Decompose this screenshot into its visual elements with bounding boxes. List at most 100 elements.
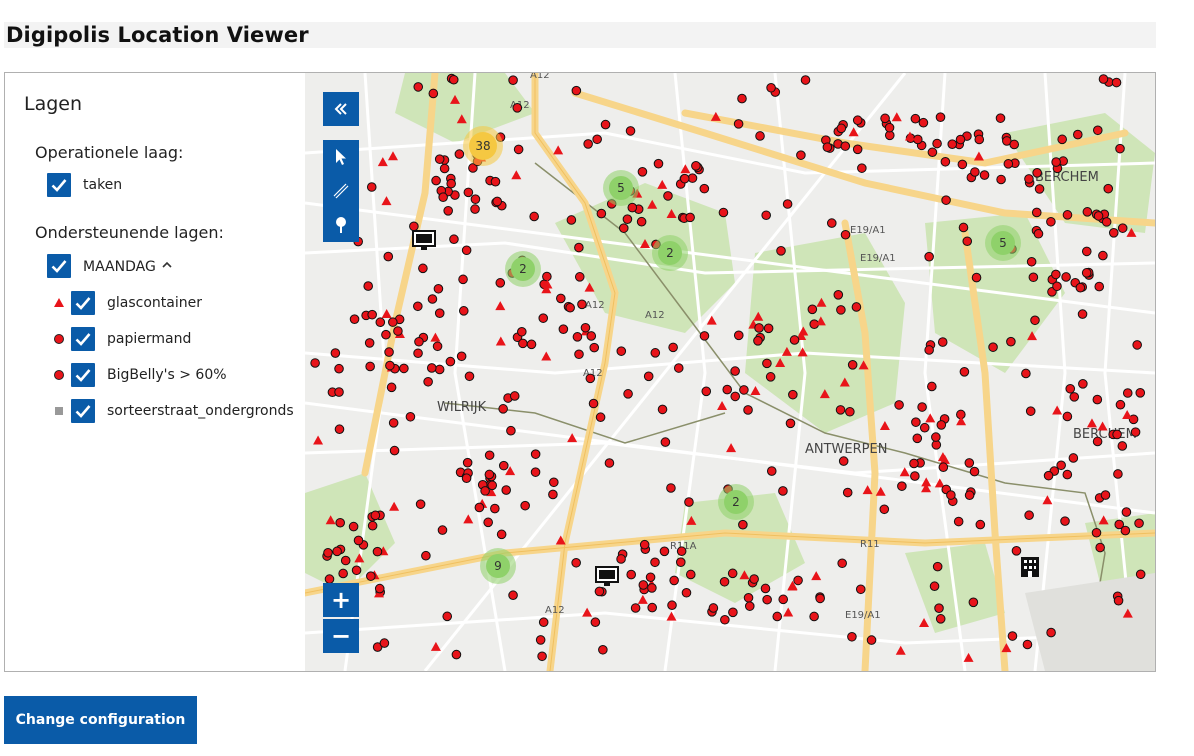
papiermand-marker[interactable]: [809, 611, 819, 622]
layer-checkbox-taken[interactable]: [47, 173, 71, 197]
glascontainer-marker[interactable]: [1097, 421, 1108, 431]
papiermand-marker[interactable]: [586, 331, 597, 341]
papiermand-marker[interactable]: [840, 141, 851, 151]
papiermand-marker[interactable]: [490, 503, 500, 514]
layer-group-checkbox-maandag[interactable]: [47, 254, 71, 278]
papiermand-marker[interactable]: [1068, 453, 1079, 463]
layer-checkbox-glascontainer[interactable]: [71, 291, 95, 315]
papiermand-marker[interactable]: [964, 458, 975, 468]
papiermand-marker[interactable]: [604, 458, 615, 468]
papiermand-marker[interactable]: [836, 123, 847, 134]
papiermand-marker[interactable]: [1051, 157, 1061, 167]
papiermand-marker[interactable]: [1043, 470, 1054, 481]
papiermand-marker[interactable]: [701, 386, 712, 397]
papiermand-marker[interactable]: [840, 229, 851, 240]
papiermand-marker[interactable]: [639, 539, 650, 550]
papiermand-marker[interactable]: [847, 360, 858, 370]
papiermand-marker[interactable]: [415, 499, 426, 509]
papiermand-marker[interactable]: [917, 402, 927, 412]
papiermand-marker[interactable]: [348, 521, 359, 532]
papiermand-marker[interactable]: [1132, 340, 1142, 350]
layer-checkbox-sorteerstraat[interactable]: [71, 399, 95, 423]
papiermand-marker[interactable]: [538, 313, 549, 323]
papiermand-marker[interactable]: [789, 335, 800, 345]
papiermand-marker[interactable]: [946, 490, 956, 500]
papiermand-marker[interactable]: [1022, 639, 1033, 650]
papiermand-marker[interactable]: [1081, 246, 1092, 257]
papiermand-marker[interactable]: [1135, 569, 1146, 580]
papiermand-marker[interactable]: [971, 272, 982, 283]
papiermand-marker[interactable]: [432, 341, 443, 352]
papiermand-marker[interactable]: [1101, 217, 1112, 227]
papiermand-marker[interactable]: [367, 309, 377, 320]
papiermand-marker[interactable]: [1024, 510, 1034, 521]
papiermand-marker[interactable]: [381, 329, 391, 340]
papiermand-marker[interactable]: [434, 364, 445, 375]
papiermand-marker[interactable]: [367, 520, 378, 531]
glascontainer-marker[interactable]: [919, 618, 930, 628]
papiermand-marker[interactable]: [1117, 223, 1128, 233]
papiermand-marker[interactable]: [822, 142, 833, 153]
papiermand-marker[interactable]: [964, 490, 975, 501]
papiermand-marker[interactable]: [727, 568, 738, 579]
papiermand-marker[interactable]: [762, 594, 772, 605]
papiermand-marker[interactable]: [438, 192, 448, 202]
papiermand-marker[interactable]: [592, 134, 602, 145]
papiermand-marker[interactable]: [386, 382, 397, 393]
papiermand-marker[interactable]: [379, 638, 390, 648]
papiermand-marker[interactable]: [625, 126, 636, 136]
papiermand-marker[interactable]: [437, 525, 448, 535]
papiermand-marker[interactable]: [782, 199, 793, 209]
papiermand-marker[interactable]: [442, 611, 453, 622]
papiermand-marker[interactable]: [498, 460, 509, 471]
glascontainer-marker[interactable]: [680, 164, 691, 174]
papiermand-marker[interactable]: [529, 211, 539, 222]
papiermand-marker[interactable]: [1098, 250, 1108, 261]
papiermand-marker[interactable]: [788, 389, 798, 400]
papiermand-marker[interactable]: [1075, 282, 1086, 293]
papiermand-marker[interactable]: [1112, 429, 1122, 440]
papiermand-marker[interactable]: [1065, 383, 1076, 394]
papiermand-marker[interactable]: [1092, 125, 1103, 136]
papiermand-marker[interactable]: [1003, 159, 1014, 169]
papiermand-marker[interactable]: [796, 150, 806, 160]
papiermand-marker[interactable]: [365, 361, 375, 372]
papiermand-marker[interactable]: [958, 222, 969, 233]
papiermand-marker[interactable]: [673, 363, 684, 373]
papiermand-marker[interactable]: [911, 417, 921, 427]
papiermand-marker[interactable]: [556, 293, 566, 304]
papiermand-marker[interactable]: [833, 290, 844, 300]
papiermand-marker[interactable]: [484, 469, 495, 480]
papiermand-marker[interactable]: [548, 489, 558, 500]
papiermand-marker[interactable]: [513, 144, 524, 155]
glascontainer-marker[interactable]: [891, 112, 902, 122]
papiermand-marker[interactable]: [938, 462, 949, 473]
glascontainer-marker[interactable]: [463, 514, 474, 524]
papiermand-marker[interactable]: [537, 651, 547, 662]
papiermand-marker[interactable]: [932, 561, 943, 572]
cluster-2-left[interactable]: 2: [505, 251, 541, 287]
papiermand-marker[interactable]: [733, 330, 744, 341]
papiermand-marker[interactable]: [340, 555, 351, 566]
papiermand-marker[interactable]: [884, 122, 895, 133]
papiermand-marker[interactable]: [421, 550, 431, 561]
papiermand-marker[interactable]: [653, 158, 664, 169]
papiermand-marker[interactable]: [910, 471, 920, 481]
papiermand-marker[interactable]: [1034, 184, 1045, 194]
glascontainer-marker[interactable]: [387, 151, 398, 161]
papiermand-marker[interactable]: [588, 398, 599, 409]
glascontainer-marker[interactable]: [717, 401, 728, 411]
papiermand-marker[interactable]: [845, 406, 855, 417]
papiermand-marker[interactable]: [517, 326, 527, 337]
cluster-2-center[interactable]: 2: [652, 235, 688, 271]
papiermand-marker[interactable]: [666, 483, 676, 493]
papiermand-marker[interactable]: [879, 504, 890, 515]
papiermand-marker[interactable]: [1062, 469, 1073, 480]
papiermand-marker[interactable]: [1021, 368, 1031, 379]
papiermand-marker[interactable]: [623, 389, 633, 399]
papiermand-marker[interactable]: [530, 449, 541, 459]
papiermand-marker[interactable]: [1092, 394, 1103, 405]
papiermand-marker[interactable]: [1103, 183, 1114, 194]
papiermand-marker[interactable]: [594, 586, 605, 597]
papiermand-marker[interactable]: [600, 119, 611, 130]
